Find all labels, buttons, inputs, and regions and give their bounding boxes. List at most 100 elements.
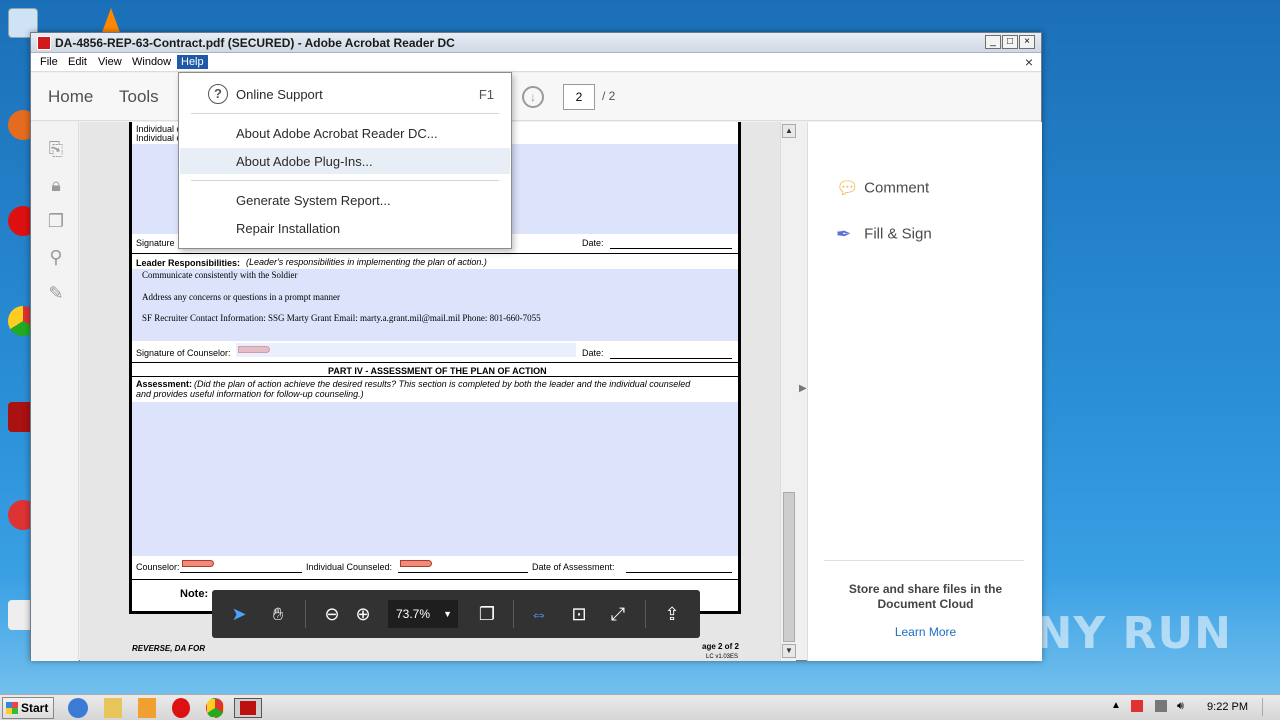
page-thumbnails-icon[interactable]: ⎘ xyxy=(45,138,67,160)
menu-generate-report[interactable]: Generate System Report... xyxy=(180,187,510,213)
clock[interactable]: 9:22 PM xyxy=(1207,701,1248,713)
menu-separator xyxy=(191,180,499,181)
assessment-text-2: and provides useful information for foll… xyxy=(136,389,364,399)
tab-home[interactable]: Home xyxy=(48,87,93,107)
pane-divider xyxy=(824,560,1024,561)
toolbar-divider xyxy=(305,600,306,628)
volume-icon[interactable]: 🔊︎ xyxy=(1177,700,1184,713)
fit-page-icon[interactable]: ⊡ xyxy=(567,602,591,626)
select-cursor-icon[interactable]: ➤ xyxy=(227,602,251,626)
close-document-button[interactable]: × xyxy=(1025,54,1033,70)
about-acrobat-label: About Adobe Acrobat Reader DC... xyxy=(236,126,438,141)
hand-tool-icon[interactable]: ✋︎ xyxy=(266,602,290,626)
menu-window[interactable]: Window xyxy=(128,55,175,69)
menu-about-acrobat[interactable]: About Adobe Acrobat Reader DC... xyxy=(180,120,510,146)
minimize-button[interactable]: _ xyxy=(985,35,1001,49)
full-screen-icon[interactable]: ⤢ xyxy=(606,602,630,626)
fill-sign-tool-label: Fill & Sign xyxy=(864,225,932,243)
online-support-label: Online Support xyxy=(236,87,323,102)
assessment-text-1: (Did the plan of action achieve the desi… xyxy=(194,379,691,389)
scroll-up-button[interactable]: ▲ xyxy=(782,124,796,138)
individual-counseled-label: Individual Counseled: xyxy=(306,562,393,572)
attachment-icon[interactable]: ⚲ xyxy=(45,246,67,268)
window-title: DA-4856-REP-63-Contract.pdf (SECURED) - … xyxy=(55,36,455,50)
signature-icon[interactable]: ✎ xyxy=(45,282,67,304)
copy-pages-icon[interactable]: ❐ xyxy=(45,210,67,232)
signature-counselor-label: Signature of Counselor: xyxy=(136,348,231,358)
system-tray: ▲ 🔊︎ 9:22 PM xyxy=(1105,695,1280,720)
part4-heading: PART IV - ASSESSMENT OF THE PLAN OF ACTI… xyxy=(328,366,547,376)
maximize-button[interactable]: □ xyxy=(1002,35,1018,49)
menu-online-support[interactable]: ? Online Support F1 xyxy=(180,81,510,107)
windows-taskbar: Start ▲ 🔊︎ 9:22 PM xyxy=(0,694,1280,720)
individual-sign-tag[interactable] xyxy=(400,560,432,567)
page-display-icon[interactable]: ❐ xyxy=(475,602,499,626)
collapse-right-panel-icon[interactable]: ▶ xyxy=(799,383,807,394)
scroll-down-button[interactable]: ▼ xyxy=(782,644,796,658)
learn-more-link[interactable]: Learn More xyxy=(818,625,1033,639)
counselor-signature-field[interactable] xyxy=(236,343,576,357)
counselor-label: Counselor: xyxy=(136,562,180,572)
assessment-date-line xyxy=(626,572,732,573)
acrobat-icon xyxy=(240,701,256,715)
zoom-level-select[interactable]: 73.7% ▼ xyxy=(388,600,458,628)
part4-top-line xyxy=(132,362,738,363)
individual-label-2: Individual c xyxy=(136,133,182,143)
fit-width-icon[interactable]: ⇔ xyxy=(527,602,551,626)
generate-report-label: Generate System Report... xyxy=(236,193,391,208)
left-navigation-rail: ⎘ 🔒︎ ❐ ⚲ ✎ xyxy=(31,122,79,661)
comment-tool[interactable]: 💬︎ Comment xyxy=(836,178,929,204)
date-line-1 xyxy=(610,248,732,249)
scroll-thumb[interactable] xyxy=(783,492,795,642)
windows-logo-icon xyxy=(6,702,18,714)
chrome-taskbar-icon[interactable] xyxy=(206,698,224,718)
menu-edit[interactable]: Edit xyxy=(64,55,91,69)
about-plugins-label: About Adobe Plug-Ins... xyxy=(236,154,373,169)
start-button[interactable]: Start xyxy=(2,697,54,719)
zoom-value: 73.7% xyxy=(396,607,431,621)
signature-label: Signature xyxy=(136,238,175,248)
action-center-icon[interactable] xyxy=(1131,700,1143,712)
opera-taskbar-icon[interactable] xyxy=(172,698,190,718)
menu-separator xyxy=(191,113,499,114)
ie-taskbar-icon[interactable] xyxy=(68,698,88,718)
network-icon[interactable] xyxy=(1155,700,1167,712)
tab-tools[interactable]: Tools xyxy=(119,87,159,107)
title-bar[interactable]: DA-4856-REP-63-Contract.pdf (SECURED) - … xyxy=(31,33,1041,53)
zoom-out-icon[interactable]: ⊖ xyxy=(320,602,344,626)
page-number-input[interactable]: 2 xyxy=(563,84,595,110)
show-desktop-button[interactable] xyxy=(1262,698,1276,716)
explorer-taskbar-icon[interactable] xyxy=(104,698,122,718)
comment-tool-label: Comment xyxy=(864,179,930,197)
vertical-scrollbar[interactable]: ▲ ▼ xyxy=(780,122,796,661)
individual-line xyxy=(398,572,528,573)
leader-subtitle: (Leader's responsibilities in implementi… xyxy=(246,257,487,267)
counselor-sign-tag[interactable] xyxy=(182,560,214,567)
share-upload-icon[interactable]: ⇪ xyxy=(660,602,684,626)
acrobat-window: DA-4856-REP-63-Contract.pdf (SECURED) - … xyxy=(30,32,1042,661)
menu-help[interactable]: Help xyxy=(177,55,208,69)
menu-repair-installation[interactable]: Repair Installation xyxy=(180,215,510,241)
menu-view[interactable]: View xyxy=(94,55,126,69)
floating-page-toolbar: ➤ ✋︎ ⊖ ⊕ 73.7% ▼ ❐ ⇔ ⊡ ⤢ ⇪ xyxy=(212,590,700,638)
tray-expand-icon[interactable]: ▲ xyxy=(1111,700,1121,711)
acrobat-app-icon xyxy=(37,36,51,50)
zoom-in-icon[interactable]: ⊕ xyxy=(351,602,375,626)
assessment-field[interactable] xyxy=(132,402,738,556)
media-player-taskbar-icon[interactable] xyxy=(138,698,156,718)
fill-sign-tool[interactable]: ✒ Fill & Sign xyxy=(836,224,932,250)
next-page-icon[interactable]: ↓ xyxy=(522,86,544,108)
footer-right: age 2 of 2 xyxy=(702,642,739,651)
online-support-shortcut: F1 xyxy=(478,87,494,102)
toolbar-divider xyxy=(645,600,646,628)
close-button[interactable]: × xyxy=(1019,35,1035,49)
date-label-2: Date: xyxy=(582,348,604,358)
menu-bar: File Edit View Window Help × xyxy=(31,53,1041,72)
toolbar-divider xyxy=(513,600,514,628)
note-label: Note: xyxy=(180,588,209,600)
part4-bottom-line xyxy=(132,376,738,377)
menu-file[interactable]: File xyxy=(36,55,62,69)
menu-about-plugins[interactable]: About Adobe Plug-Ins... xyxy=(180,148,510,174)
lock-icon[interactable]: 🔒︎ xyxy=(45,174,67,196)
acrobat-taskbar-icon[interactable] xyxy=(234,698,262,718)
